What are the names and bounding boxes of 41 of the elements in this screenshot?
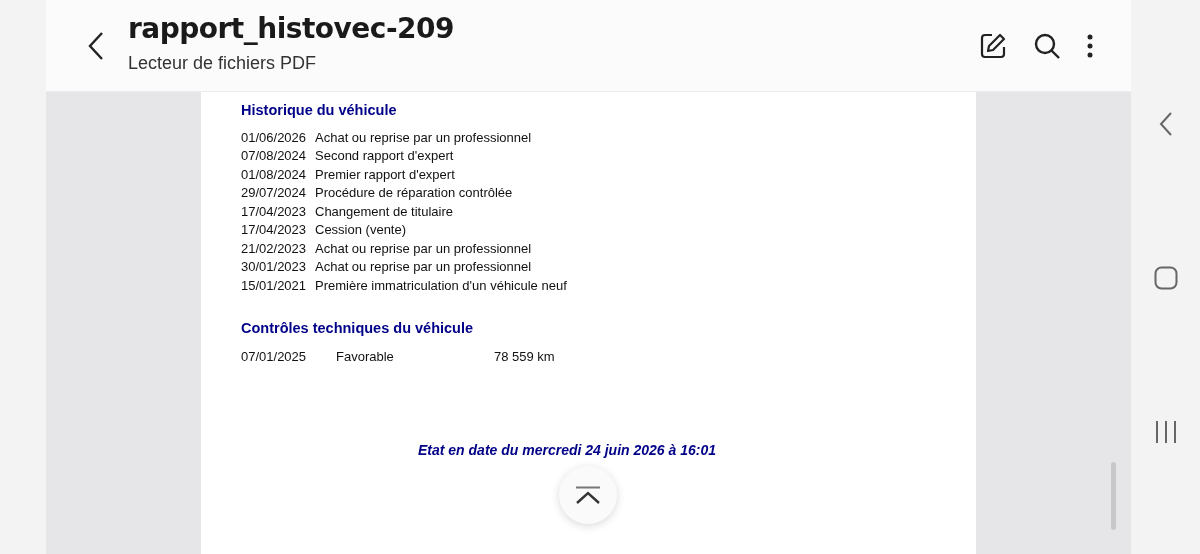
event-description: Second rapport d'expert [315, 147, 454, 166]
search-button[interactable] [1033, 31, 1061, 60]
event-date: 15/01/2021 [241, 276, 308, 295]
recents-icon [1154, 420, 1177, 444]
event-description: Cession (vente) [315, 221, 407, 240]
back-icon [1158, 112, 1173, 136]
more-options-button[interactable] [1087, 33, 1093, 58]
section-heading: Historique du véhicule [241, 101, 398, 120]
document-title: rapport_histovec-209 [128, 13, 455, 45]
event-description: Procédure de réparation contrôlée [315, 184, 513, 203]
more-icon [1087, 33, 1093, 58]
event-description: Changement de titulaire [315, 202, 454, 221]
back-icon [87, 30, 105, 61]
event-date: 07/08/2024 [241, 147, 308, 166]
edit-icon [979, 31, 1007, 60]
mileage: 78 559 km [494, 348, 555, 366]
nav-recents-button[interactable] [1154, 420, 1177, 444]
edit-button[interactable] [979, 31, 1007, 60]
event-description: Achat ou reprise par un professionnel [315, 128, 532, 147]
scroll-top-icon [575, 486, 601, 504]
event-description: Achat ou reprise par un professionnel [315, 258, 532, 277]
nav-home-button[interactable] [1153, 266, 1178, 290]
event-date: 30/01/2023 [241, 258, 308, 277]
event-description: Premier rapport d'expert [315, 165, 455, 184]
event-date: 01/08/2024 [241, 165, 308, 184]
event-date: 21/02/2023 [241, 239, 308, 258]
scrollbar-thumb[interactable] [1111, 462, 1116, 530]
event-date: 29/07/2024 [241, 184, 308, 203]
inspection-date: 07/01/2025 [241, 349, 307, 364]
section-heading: Contrôles techniques du véhicule [241, 319, 475, 339]
event-description: Achat ou reprise par un professionnel [315, 239, 532, 258]
home-icon [1153, 266, 1178, 290]
event-description: Première immatriculation d'un véhicule neuf [315, 276, 567, 295]
report-date-text: Etat en date du mercredi 24 juin 2026 à 16:01 [417, 440, 718, 460]
nav-back-button[interactable] [1158, 112, 1173, 136]
event-date: 17/04/2023 [241, 202, 308, 221]
event-date: 17/04/2023 [241, 221, 308, 240]
inspection-result: Favorable [336, 349, 394, 364]
event-date: 01/06/2026 [241, 128, 308, 147]
app-subtitle: Lecteur de fichiers PDF [128, 52, 318, 76]
search-icon [1033, 31, 1061, 60]
